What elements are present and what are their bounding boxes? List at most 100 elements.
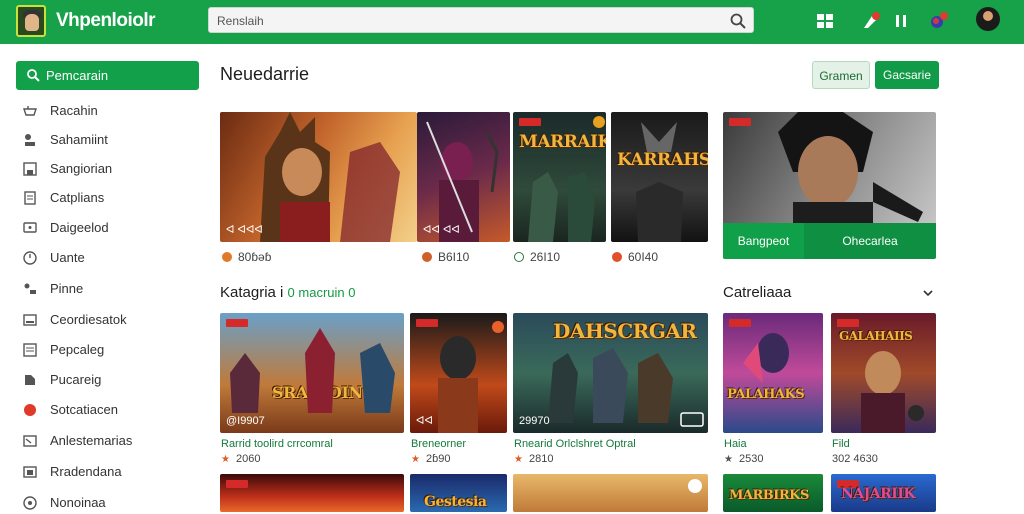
- featured-card[interactable]: ᐊᐊ ᐊᐊ: [417, 112, 510, 242]
- game-art: [743, 333, 789, 383]
- game-card[interactable]: Gestesia: [410, 474, 507, 512]
- sidebar-item[interactable]: Pepcaleg: [22, 339, 202, 361]
- sidebar-item[interactable]: Sotcatiacen: [22, 399, 202, 421]
- achievements-icon[interactable]: [928, 10, 950, 32]
- star-icon: ★: [514, 454, 523, 465]
- game-title[interactable]: Rnearid Orlclshret Optral: [514, 438, 636, 450]
- page-title: Neuedarrie: [220, 64, 310, 84]
- game-title[interactable]: Breneorner: [411, 438, 466, 450]
- app-title: Vhpenloiolr: [56, 10, 156, 31]
- record-icon: [24, 404, 36, 416]
- sidebar-item-label: Nonoinaa: [50, 495, 106, 510]
- filter-button[interactable]: Gramen: [812, 61, 870, 89]
- sidebar-item-label: Anlestemarias: [50, 433, 133, 448]
- game-card[interactable]: SRAGIOIN @I9907: [220, 313, 404, 433]
- controller-icon: [24, 283, 36, 294]
- card-caption: ᐊᐊ ᐊᐊ: [423, 224, 460, 236]
- sidebar-item[interactable]: Sahamiint: [22, 129, 202, 151]
- game-art: [528, 116, 605, 242]
- game-logo: NAJARIIK: [841, 486, 916, 502]
- game-card[interactable]: MARBIRKS: [723, 474, 823, 512]
- tag-icon: [25, 375, 35, 385]
- section-title-catalog: Catreliaaa: [723, 284, 792, 301]
- sidebar-item[interactable]: Pinne: [22, 278, 202, 300]
- search-icon: [27, 69, 40, 82]
- sidebar-item[interactable]: Catplians: [22, 187, 202, 209]
- document-icon: [24, 191, 36, 205]
- game-card[interactable]: NAJARIIK: [831, 474, 936, 512]
- card-caption: 29970: [519, 415, 550, 427]
- primary-action-button[interactable]: Gacsarie: [875, 61, 939, 89]
- game-card[interactable]: ᐊᐊ: [410, 313, 507, 433]
- sidebar-search-label: Pemcarain: [46, 68, 109, 83]
- game-card[interactable]: [220, 474, 404, 512]
- top-bar: Vhpenloiolr Renslaih: [0, 0, 1024, 44]
- sidebar-item-label: Pucareig: [50, 372, 102, 387]
- card-meta: 26I10: [514, 250, 560, 264]
- game-card[interactable]: [513, 474, 708, 512]
- hero-card[interactable]: Bangpeot Ohecarlea: [723, 112, 936, 259]
- search-input[interactable]: Renslaih: [208, 7, 754, 33]
- sidebar-item[interactable]: Ceordiesatok: [22, 309, 202, 331]
- game-card[interactable]: DAHSCRGAR 29970: [513, 313, 708, 433]
- sidebar-item-label: Sangiorian: [50, 161, 113, 176]
- star-icon: ★: [411, 454, 420, 465]
- badge: [226, 480, 248, 488]
- target-icon: [23, 496, 37, 510]
- sidebar-item-label: Catplians: [50, 190, 105, 205]
- search-value: Renslaih: [217, 14, 264, 28]
- sidebar-item[interactable]: Anlestemarias: [22, 430, 202, 452]
- sidebar-item[interactable]: Rradendana: [22, 461, 202, 483]
- section-title-kategori: Katagria i 0 macruin 0: [220, 284, 356, 301]
- user-avatar[interactable]: [976, 7, 1000, 31]
- featured-card[interactable]: MARRAIK: [513, 112, 606, 242]
- sidebar-item[interactable]: Uante: [22, 247, 202, 269]
- sidebar-item-label: Sotcatiacen: [50, 402, 118, 417]
- game-card[interactable]: GALAHAIIS: [831, 313, 936, 433]
- hero-button-primary[interactable]: Bangpeot: [723, 223, 804, 259]
- game-title[interactable]: Rarrid toolird crrcomral: [221, 438, 333, 450]
- grid-icon[interactable]: [814, 10, 836, 32]
- list-icon: [23, 343, 37, 357]
- save-icon: [23, 162, 37, 176]
- game-logo: Gestesia: [424, 494, 487, 510]
- sidebar-item-label: Uante: [50, 250, 85, 265]
- clock-icon: [23, 251, 37, 265]
- sidebar-item-label: Rradendana: [50, 464, 122, 479]
- card-meta: B6I10: [422, 250, 469, 264]
- game-art: [861, 351, 924, 433]
- sidebar-item[interactable]: Sangiorian: [22, 158, 202, 180]
- sidebar: Pemcarain Racahin Sahamiint Sangiorian C…: [0, 44, 210, 512]
- sidebar-item-label: Pepcaleg: [50, 342, 105, 357]
- card-meta: ★ 2530: [724, 453, 764, 465]
- hero-button-secondary[interactable]: Ohecarlea: [804, 223, 936, 259]
- message-icon: [23, 435, 37, 447]
- chevron-down-icon[interactable]: [922, 287, 934, 299]
- kategori-extra[interactable]: 0 macruin 0: [288, 285, 356, 300]
- game-title[interactable]: Fild: [832, 438, 850, 450]
- mail-icon: [23, 314, 37, 326]
- game-card[interactable]: PALAHAKS: [723, 313, 823, 433]
- sidebar-item[interactable]: Nonoinaa: [22, 492, 202, 514]
- card-caption: ᐊᐊ: [416, 415, 433, 427]
- game-art: [688, 479, 702, 493]
- sidebar-item-label: Daigeelod: [50, 220, 109, 235]
- sidebar-item[interactable]: Daigeelod: [22, 217, 202, 239]
- sidebar-item[interactable]: Racahin: [22, 100, 202, 122]
- sidebar-search-button[interactable]: Pemcarain: [16, 61, 199, 90]
- game-logo: MARBIRKS: [729, 488, 809, 503]
- card-meta: ★ 2810: [514, 453, 554, 465]
- joystick-icon: [25, 134, 35, 146]
- game-art: [636, 122, 683, 242]
- notifications-icon[interactable]: [860, 10, 882, 32]
- sidebar-item[interactable]: Pucareig: [22, 369, 202, 391]
- app-logo[interactable]: [16, 5, 46, 37]
- card-meta: ★ 2060: [221, 453, 261, 465]
- featured-card[interactable]: ᐊ ᐊᐊᐊ: [220, 112, 417, 242]
- game-title[interactable]: Haia: [724, 438, 747, 450]
- featured-card[interactable]: KARRAHS: [611, 112, 708, 242]
- sidebar-item-label: Sahamiint: [50, 132, 108, 147]
- card-caption: @I9907: [226, 415, 265, 427]
- search-icon[interactable]: [729, 12, 747, 30]
- pause-icon[interactable]: [890, 10, 912, 32]
